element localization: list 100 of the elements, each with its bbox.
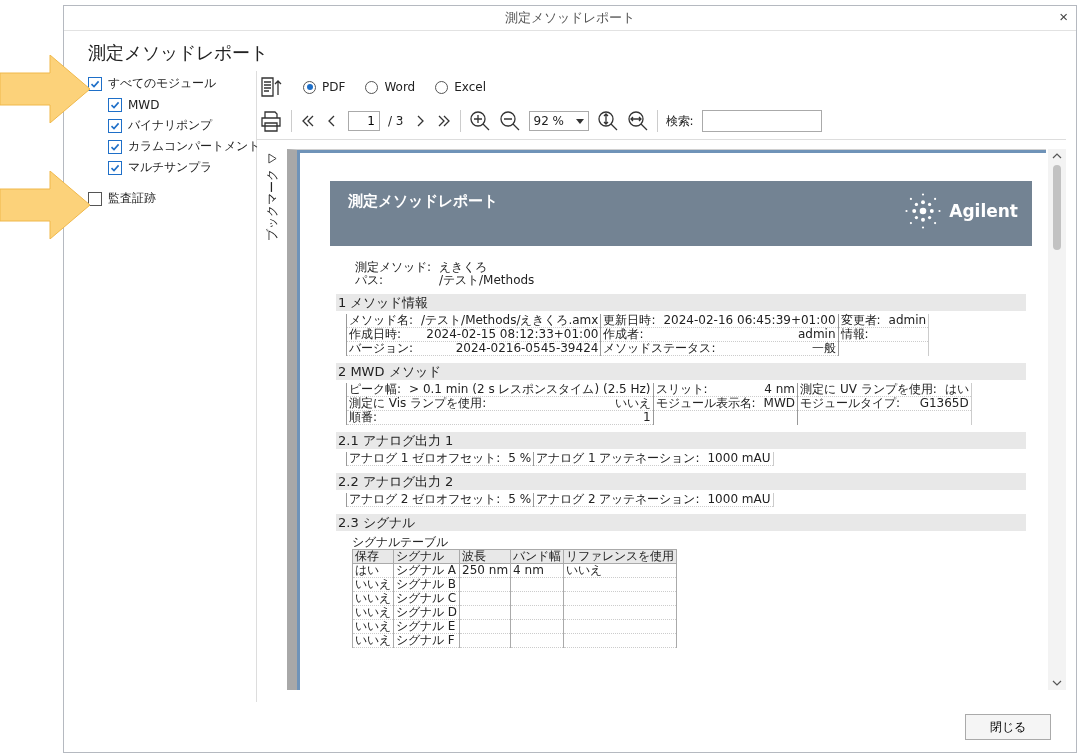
field-value: /テスト/Methods/えきくろ.amx	[421, 314, 599, 327]
field-label: モジュールタイプ:	[800, 397, 901, 410]
checkbox-label: バイナリポンプ	[128, 117, 212, 134]
field-label: アナログ 1 ゼロオフセット:	[349, 452, 501, 465]
fit-width-icon[interactable]	[626, 110, 649, 132]
field-value: 5 %	[508, 493, 532, 506]
checkbox-label: マルチサンプラ	[128, 159, 212, 176]
print-icon[interactable]	[259, 109, 283, 133]
table-cell: はい	[355, 563, 379, 577]
field-label: 作成者:	[603, 328, 644, 341]
close-button[interactable]: 閉じる	[965, 714, 1051, 740]
field-label: ピーク幅:	[349, 383, 402, 396]
field-value: G1365D	[919, 397, 969, 410]
close-button[interactable]: ×	[1055, 8, 1072, 25]
caret-icon	[575, 118, 584, 124]
meta-label: 測定メソッド:	[355, 261, 433, 274]
field-value: 1000 mAU	[707, 452, 771, 465]
export-icon[interactable]	[259, 75, 283, 99]
zoom-dropdown[interactable]: 92 %	[528, 111, 589, 131]
field-label: 順番:	[349, 411, 378, 424]
field-label: バージョン:	[349, 342, 414, 355]
field-label: 測定に UV ランプを使用:	[800, 383, 937, 396]
radio-label: PDF	[322, 80, 346, 94]
field-label: メソッド名:	[349, 314, 414, 327]
checkbox-label: 監査証跡	[108, 190, 156, 207]
table-cell: 4 nm	[513, 563, 544, 577]
column-header: バンド幅	[510, 549, 564, 564]
bookmark-tab[interactable]: ブックマーク	[263, 170, 281, 241]
table-cell: いいえ	[355, 605, 391, 619]
radio-label: Word	[384, 80, 416, 94]
checkbox[interactable]	[88, 191, 102, 206]
field-value: MWD	[763, 397, 796, 410]
table-cell: シグナル A	[396, 563, 457, 577]
field-label: メソッドステータス:	[603, 342, 716, 355]
field-label: 情報:	[840, 328, 869, 341]
field-label: 更新日時:	[603, 314, 656, 327]
column-header: リファレンスを使用	[563, 549, 677, 564]
table-cell: いいえ	[355, 577, 391, 591]
field-value: admin	[888, 314, 927, 327]
table-cell: いいえ	[355, 633, 391, 647]
field-value: 一般	[811, 342, 836, 355]
field-value: 2024-0216-0545-39424	[455, 342, 599, 355]
zoom-out-icon[interactable]	[498, 110, 521, 132]
dialog-heading: 測定メソッドレポート	[88, 41, 269, 65]
table-cell: 250 nm	[462, 563, 509, 577]
field-value: admin	[797, 328, 836, 341]
field-label: アナログ 2 アッテネーション:	[536, 493, 700, 506]
checkbox-label: カラムコンパートメント	[128, 138, 260, 155]
field-label: モジュール表示名:	[655, 397, 756, 410]
scroll-thumb[interactable]	[1053, 165, 1061, 250]
meta-value: えきくろ	[439, 261, 487, 274]
section-heading: 2 MWD メソッド	[336, 363, 1026, 380]
field-value: はい	[944, 383, 969, 396]
table-cell: シグナル B	[396, 577, 457, 591]
checkbox[interactable]	[108, 118, 122, 133]
page-field[interactable]: 1	[348, 111, 380, 131]
checkbox[interactable]	[108, 139, 122, 154]
field-value: 5 %	[508, 452, 532, 465]
field-label: 測定に Vis ランプを使用:	[349, 397, 487, 410]
radio-label: Excel	[454, 80, 487, 94]
table-cell: シグナル C	[396, 591, 457, 605]
expand-icon[interactable]	[267, 153, 277, 164]
column-header: 保存	[352, 549, 394, 564]
window-title: 測定メソッドレポート	[505, 9, 635, 27]
checkbox[interactable]	[108, 160, 122, 175]
table-cell: シグナル F	[396, 633, 455, 647]
checkbox-label: すべてのモジュール	[108, 75, 216, 92]
section-heading: 2.3 シグナル	[336, 514, 1026, 531]
checkbox[interactable]	[88, 76, 102, 91]
field-value: 2024-02-16 06:45:39+01:00	[663, 314, 836, 327]
field-value: いいえ	[614, 397, 651, 410]
logo-text: Agilent	[949, 201, 1018, 221]
field-label: 変更者:	[840, 314, 881, 327]
field-label: スリット:	[655, 383, 708, 396]
search-field[interactable]	[701, 110, 822, 132]
field-value: 2024-02-15 08:12:33+01:00	[426, 328, 599, 341]
meta-label: パス:	[355, 274, 385, 287]
table-cell: いいえ	[566, 563, 603, 577]
search-label: 検索:	[665, 112, 694, 130]
zoom-in-icon[interactable]	[468, 110, 491, 132]
field-label: アナログ 2 ゼロオフセット:	[349, 493, 501, 506]
section-heading: 2.2 アナログ出力 2	[336, 473, 1026, 490]
checkbox-label: MWD	[128, 97, 160, 112]
table-cell: いいえ	[355, 591, 391, 605]
scroll-up-icon[interactable]	[1052, 153, 1062, 159]
column-header: シグナル	[393, 549, 460, 564]
field-label: 作成日時:	[349, 328, 402, 341]
arrow-icon	[0, 171, 90, 239]
field-value: 1	[642, 411, 651, 424]
column-header: 波長	[459, 549, 511, 564]
field-value: > 0.1 min (2 s レスポンスタイム) (2.5 Hz)	[409, 383, 651, 396]
fit-height-icon[interactable]	[596, 110, 619, 132]
arrow-icon	[0, 55, 90, 123]
field-value: 1000 mAU	[707, 493, 771, 506]
table-cell: シグナル D	[396, 605, 458, 619]
scrollbar[interactable]	[1048, 149, 1066, 690]
checkbox[interactable]	[108, 97, 122, 112]
first-page-icon[interactable]	[300, 113, 316, 129]
scroll-down-icon[interactable]	[1052, 680, 1062, 686]
table-cell: シグナル E	[396, 619, 456, 633]
